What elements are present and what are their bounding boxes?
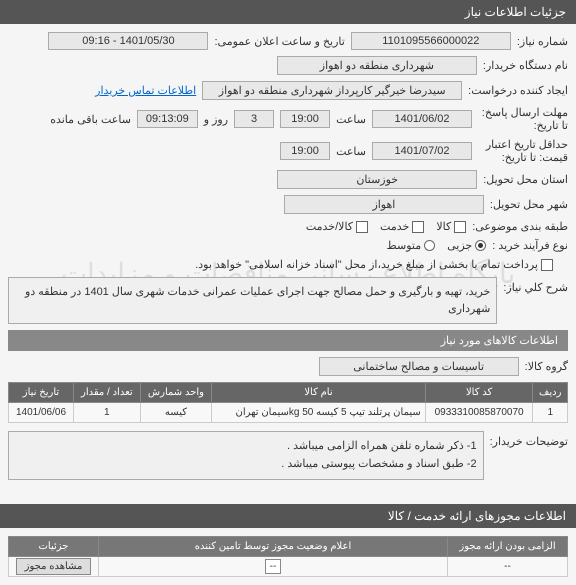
category-label: طبقه بندی موضوعی: [472,220,568,233]
days-label: روز و [204,113,228,126]
radio-icon [424,240,435,251]
notes-box: 1- ذکر شماره تلفن همراه الزامی میباشد . … [8,431,484,480]
table-row: 1 0933310085870070 سیمان پرتلند تیپ 5 کی… [9,403,568,423]
payment-note-check[interactable]: پرداخت تمام یا بخشی از مبلغ خرید،از محل … [195,258,553,271]
cell-date: 1401/06/06 [9,403,74,423]
header-title: جزئیات اطلاعات نیاز [465,5,566,19]
days-field: 3 [234,110,274,128]
main-header: جزئیات اطلاعات نیاز [0,0,576,24]
buyer-label: نام دستگاه خریدار: [483,59,568,72]
req-no-label: شماره نیاز: [517,35,568,48]
th-details: جزئیات [9,537,99,557]
cat-both-label: کالا/خدمت [306,220,353,233]
time-label-1: ساعت [336,113,366,126]
desc-label: شرح کلي نياز: [503,277,568,294]
cell-details: مشاهده مجوز [9,557,99,577]
province-label: استان محل تحویل: [483,173,568,186]
cell-mandatory: -- [448,557,568,577]
sub-header: اطلاعات کالاهای مورد نیاز [8,330,568,351]
time-label-2: ساعت [336,145,366,158]
proc-medium-label: متوسط [387,239,422,252]
cat-both-check[interactable]: کالا/خدمت [306,220,368,233]
th-qty: تعداد / مقدار [73,383,140,403]
cat-goods-check[interactable]: کالا [436,220,466,233]
deadline-time-field: 19:00 [280,110,330,128]
cell-row: 1 [533,403,568,423]
cat-service-check[interactable]: خدمت [380,220,424,233]
announce-field: 1401/05/30 - 09:16 [48,32,208,50]
th-date: تاریخ نیاز [9,383,74,403]
th-status: اعلام وضعیت مجوز توسط تامین کننده [99,537,448,557]
th-unit: واحد شمارش [140,383,212,403]
cell-name: سیمان پرتلند تیپ 5 کیسه 50 kgسیمان تهران [212,403,426,423]
process-label: نوع فرآیند خرید : [492,239,568,252]
creator-field: سیدرضا خیرگیر کارپرداز شهرداری منطقه دو … [202,81,462,100]
city-label: شهر محل تحویل: [490,198,568,211]
payment-note: پرداخت تمام یا بخشی از مبلغ خرید،از محل … [195,258,538,271]
notes-label: توضیحات خریدار: [490,431,568,448]
creator-label: ایجاد کننده درخواست: [468,84,568,97]
req-no-field: 1101095566000022 [351,32,511,50]
status-select[interactable]: -- [265,559,282,574]
th-mandatory: الزامی بودن ارائه مجوز [448,537,568,557]
items-table: ردیف کد کالا نام کالا واحد شمارش تعداد /… [8,382,568,423]
remain-field: 09:13:09 [137,110,198,128]
proc-partial-label: جزیی [447,239,472,252]
contact-link[interactable]: اطلاعات تماس خریدار [95,84,196,97]
deadline-date-field: 1401/06/02 [372,110,472,128]
validity-date-field: 1401/07/02 [372,142,472,160]
cell-status: -- [99,557,448,577]
proc-partial-radio[interactable]: جزیی [447,239,486,252]
checkbox-icon [541,259,553,271]
group-field: تاسیسات و مصالح ساختمانی [319,357,519,376]
cell-code: 0933310085870070 [425,403,533,423]
remain-label: ساعت باقی مانده [50,113,131,126]
buyer-field: شهرداری منطقه دو اهواز [277,56,477,75]
cell-unit: کیسه [140,403,212,423]
bottom-header: اطلاعات مجوزهای ارائه خدمت / کالا [0,504,576,528]
validity-time-field: 19:00 [280,142,330,160]
cell-qty: 1 [73,403,140,423]
view-permit-button[interactable]: مشاهده مجوز [16,558,92,575]
checkbox-icon [454,221,466,233]
validity-label: حداقل تاریخ اعتبار قیمت: تا تاریخ: [478,138,568,164]
cat-service-label: خدمت [380,220,409,233]
note-2: 2- طبق اسناد و مشخصات پیوستی میباشد . [15,456,477,474]
th-name: نام کالا [212,383,426,403]
city-field: اهواز [284,195,484,214]
th-code: کد کالا [425,383,533,403]
checkbox-icon [412,221,424,233]
group-label: گروه کالا: [525,360,568,373]
th-row: ردیف [533,383,568,403]
province-field: خوزستان [277,170,477,189]
desc-box: خرید، تهیه و بارگیری و حمل مصالح جهت اجر… [8,277,497,324]
announce-label: تاریخ و ساعت اعلان عمومی: [214,35,344,48]
cat-goods-label: کالا [436,220,451,233]
table-row: -- -- مشاهده مجوز [9,557,568,577]
deadline-label: مهلت ارسال پاسخ: تا تاریخ: [478,106,568,132]
note-1: 1- ذکر شماره تلفن همراه الزامی میباشد . [15,438,477,456]
radio-icon [475,240,486,251]
checkbox-icon [356,221,368,233]
proc-medium-radio[interactable]: متوسط [387,239,436,252]
